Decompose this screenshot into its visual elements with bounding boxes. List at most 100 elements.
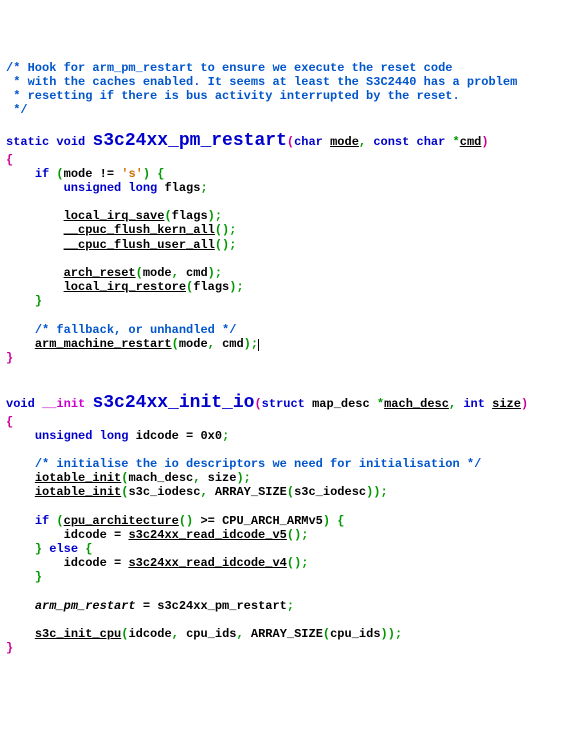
semi: ; bbox=[222, 429, 229, 443]
brace: { bbox=[157, 167, 164, 181]
arg-s3c-iodesc: s3c_iodesc bbox=[128, 485, 200, 499]
brace: { bbox=[6, 415, 13, 429]
comma: , bbox=[208, 337, 215, 351]
var-idcode: idcode bbox=[136, 429, 179, 443]
op-eq: = bbox=[143, 599, 150, 613]
call-local-irq-restore: local_irq_restore bbox=[64, 280, 186, 294]
brace: { bbox=[337, 514, 344, 528]
paren: ) bbox=[481, 135, 488, 149]
comma: , bbox=[200, 485, 207, 499]
param-mach-desc: mach_desc bbox=[384, 397, 449, 411]
keyword-const: const bbox=[373, 135, 409, 149]
fn-name: s3c24xx_init_io bbox=[92, 393, 254, 413]
call-arm-machine-restart: arm_machine_restart bbox=[35, 337, 172, 351]
arg-cmd: cmd bbox=[222, 337, 244, 351]
paren: ) bbox=[244, 337, 251, 351]
paren: ) bbox=[208, 266, 215, 280]
op-eq: = bbox=[179, 429, 201, 443]
hex-zero: 0x0 bbox=[200, 429, 222, 443]
keyword-static: static bbox=[6, 135, 49, 149]
type-char: char bbox=[294, 135, 323, 149]
call-read-idcode-v4: s3c24xx_read_idcode_v4 bbox=[128, 556, 286, 570]
comma: , bbox=[359, 135, 366, 149]
paren: ( bbox=[172, 337, 179, 351]
paren: ) bbox=[208, 209, 215, 223]
call-cpuc-flush-user: __cpuc_flush_user_all bbox=[64, 238, 215, 252]
type-void: void bbox=[56, 135, 85, 149]
type-char: char bbox=[417, 135, 446, 149]
brace: } bbox=[6, 351, 13, 365]
arg-size: size bbox=[208, 471, 237, 485]
semi: ; bbox=[215, 209, 222, 223]
paren: () bbox=[287, 528, 301, 542]
call-iotable-init: iotable_init bbox=[35, 485, 121, 499]
comma: , bbox=[236, 627, 243, 641]
paren: ) bbox=[143, 167, 150, 181]
call-arch-reset: arch_reset bbox=[64, 266, 136, 280]
comment-fallback: /* fallback, or unhandled */ bbox=[35, 323, 237, 337]
paren: ( bbox=[287, 485, 294, 499]
type-map-desc: map_desc bbox=[312, 397, 370, 411]
arg-cmd: cmd bbox=[186, 266, 208, 280]
keyword-else: else bbox=[49, 542, 78, 556]
keyword-if: if bbox=[35, 514, 49, 528]
comment-line: * with the caches enabled. It seems at l… bbox=[6, 75, 517, 89]
semi: ; bbox=[301, 528, 308, 542]
var-arm-pm-restart: arm_pm_restart bbox=[35, 599, 136, 613]
semi: ; bbox=[301, 556, 308, 570]
op-eq: = bbox=[114, 528, 121, 542]
comment-line: * resetting if there is bus activity int… bbox=[6, 89, 460, 103]
comment-line: */ bbox=[6, 103, 28, 117]
type-long: long bbox=[100, 429, 129, 443]
fn-name: s3c24xx_pm_restart bbox=[92, 131, 286, 151]
paren: ) bbox=[521, 397, 528, 411]
var-flags: flags bbox=[164, 181, 200, 195]
arg-idcode: idcode bbox=[128, 627, 171, 641]
brace: { bbox=[85, 542, 92, 556]
keyword-if: if bbox=[35, 167, 49, 181]
type-int: int bbox=[463, 397, 485, 411]
val-s3c24xx-pm-restart: s3c24xx_pm_restart bbox=[157, 599, 287, 613]
semi: ; bbox=[381, 485, 388, 499]
paren: )) bbox=[381, 627, 395, 641]
comma: , bbox=[172, 627, 179, 641]
op-eq: = bbox=[114, 556, 121, 570]
macro-array-size: ARRAY_SIZE bbox=[251, 627, 323, 641]
arg-flags: flags bbox=[172, 209, 208, 223]
semi: ; bbox=[251, 337, 258, 351]
arg-flags: flags bbox=[193, 280, 229, 294]
const-cpu-arch-armv5: CPU_ARCH_ARMv5 bbox=[222, 514, 323, 528]
brace: } bbox=[35, 570, 42, 584]
comment-init: /* initialise the io descriptors we need… bbox=[35, 457, 481, 471]
param-size: size bbox=[492, 397, 521, 411]
arg-s3c-iodesc: s3c_iodesc bbox=[294, 485, 366, 499]
char-literal: 's' bbox=[121, 167, 143, 181]
semi: ; bbox=[287, 599, 294, 613]
semi: ; bbox=[229, 223, 236, 237]
comma: , bbox=[193, 471, 200, 485]
semi: ; bbox=[395, 627, 402, 641]
attr-init: __init bbox=[42, 397, 85, 411]
keyword-struct: struct bbox=[262, 397, 305, 411]
call-read-idcode-v5: s3c24xx_read_idcode_v5 bbox=[128, 528, 286, 542]
type-unsigned: unsigned bbox=[35, 429, 93, 443]
brace: } bbox=[6, 641, 13, 655]
semi: ; bbox=[200, 181, 207, 195]
code-block: /* Hook for arm_pm_restart to ensure we … bbox=[6, 61, 562, 656]
type-long: long bbox=[128, 181, 157, 195]
paren: () bbox=[215, 238, 229, 252]
paren: () bbox=[179, 514, 193, 528]
op-ge: >= bbox=[193, 514, 222, 528]
paren: ) bbox=[323, 514, 330, 528]
paren: ( bbox=[56, 514, 63, 528]
var-idcode: idcode bbox=[64, 528, 107, 542]
call-local-irq-save: local_irq_save bbox=[64, 209, 165, 223]
paren: () bbox=[215, 223, 229, 237]
brace: { bbox=[6, 153, 13, 167]
arg-cpu-ids: cpu_ids bbox=[186, 627, 236, 641]
var-mode: mode bbox=[64, 167, 93, 181]
var-idcode: idcode bbox=[64, 556, 107, 570]
type-unsigned: unsigned bbox=[64, 181, 122, 195]
paren: )) bbox=[366, 485, 380, 499]
call-cpu-architecture: cpu_architecture bbox=[64, 514, 179, 528]
